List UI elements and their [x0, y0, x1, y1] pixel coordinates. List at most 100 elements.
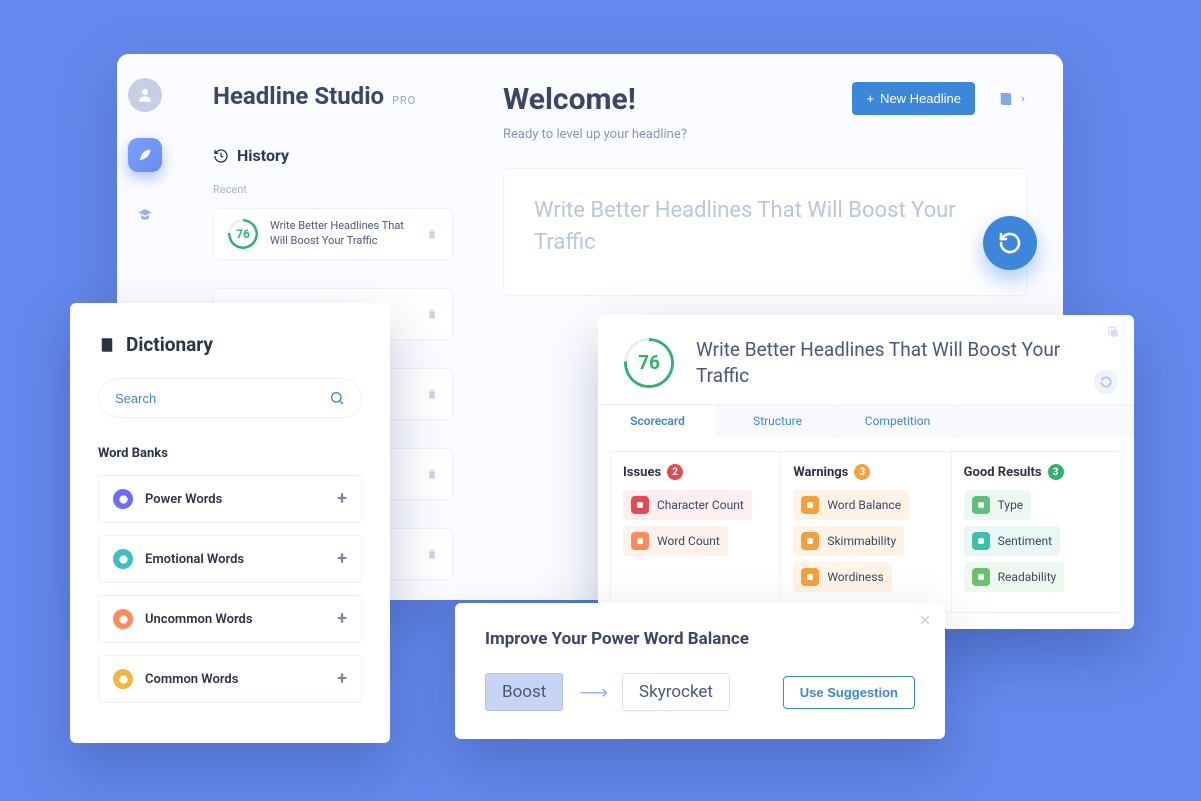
trash-icon[interactable] [426, 548, 438, 560]
result-chip[interactable]: Wordiness [793, 562, 891, 592]
dictionary-title: Dictionary [126, 333, 213, 356]
word-bank-label: Uncommon Words [145, 612, 253, 627]
word-bank-item[interactable]: Power Words+ [98, 475, 362, 523]
docs-button[interactable] [997, 90, 1027, 108]
app-title: Headline Studio [213, 82, 384, 110]
scorecard-header: 76 Write Better Headlines That Will Boos… [598, 315, 1134, 404]
new-headline-button[interactable]: + New Headline [852, 82, 975, 115]
chip-label: Readability [998, 570, 1057, 584]
nav-learn[interactable] [128, 198, 162, 232]
chip-label: Character Count [657, 498, 744, 512]
tab-competition[interactable]: Competition [838, 405, 958, 437]
trash-icon[interactable] [426, 308, 438, 320]
result-chip[interactable]: Word Count [623, 526, 728, 556]
dictionary-heading: Dictionary [98, 333, 362, 356]
chip-label: Word Balance [827, 498, 901, 512]
warnings-count: 3 [854, 464, 870, 480]
search-input[interactable] [115, 391, 329, 406]
chip-icon [972, 568, 990, 586]
copy-icon[interactable] [1106, 325, 1120, 339]
headline-text: Write Better Headlines That Will Boost Y… [534, 195, 996, 259]
tab-structure[interactable]: Structure [718, 405, 838, 437]
word-bank-icon [113, 609, 133, 629]
close-icon[interactable]: ✕ [919, 613, 931, 629]
result-chip[interactable]: Sentiment [964, 526, 1060, 556]
result-chip[interactable]: Skimmability [793, 526, 904, 556]
result-chip[interactable]: Readability [964, 562, 1065, 592]
search-field[interactable] [98, 378, 362, 418]
chip-icon [631, 532, 649, 550]
history-item[interactable]: 76 Write Better Headlines That Will Boos… [213, 208, 453, 260]
search-icon [329, 390, 345, 406]
result-chip[interactable]: Type [964, 490, 1032, 520]
chip-label: Skimmability [827, 534, 896, 548]
tab-scorecard[interactable]: Scorecard [598, 405, 718, 437]
nav-write[interactable] [128, 138, 162, 172]
book-icon [997, 90, 1015, 108]
chip-label: Sentiment [998, 534, 1052, 548]
trash-icon[interactable] [426, 468, 438, 480]
trash-icon[interactable] [426, 388, 438, 400]
word-bank-icon [113, 549, 133, 569]
recent-label: Recent [213, 183, 453, 196]
refresh-icon [998, 231, 1022, 255]
chip-icon [631, 496, 649, 514]
warnings-column: Warnings 3 Word Balance Skimmability Wordi… [780, 452, 950, 612]
collapse-button[interactable] [1094, 370, 1118, 394]
suggestion-title: Improve Your Power Word Balance [485, 629, 915, 649]
chip-label: Wordiness [827, 570, 883, 584]
good-count: 3 [1048, 464, 1064, 480]
word-bank-item[interactable]: Uncommon Words+ [98, 595, 362, 643]
good-column: Good Results 3 Type Sentiment Readability [951, 452, 1121, 612]
chevron-right-icon [1019, 93, 1027, 105]
word-bank-label: Common Words [145, 672, 238, 687]
headline-editor[interactable]: Write Better Headlines That Will Boost Y… [503, 168, 1027, 296]
tab-spacer [958, 405, 1134, 437]
feather-icon [137, 147, 153, 163]
chip-label: Type [998, 498, 1024, 512]
good-heading: Good Results 3 [964, 464, 1109, 480]
book-icon [98, 336, 116, 354]
welcome-subtitle: Ready to level up your headline? [503, 127, 1027, 142]
history-item-text: Write Better Headlines That Will Boost Y… [270, 219, 414, 249]
scorecard-score: 76 [624, 338, 674, 388]
chip-label: Word Count [657, 534, 720, 548]
result-chip[interactable]: Word Balance [793, 490, 909, 520]
word-bank-label: Power Words [145, 492, 222, 507]
chip-icon [972, 532, 990, 550]
plan-badge: PRO [392, 94, 416, 107]
refresh-button[interactable] [983, 216, 1037, 270]
scorecard-tabs: Scorecard Structure Competition [598, 404, 1134, 437]
title-row: Headline Studio PRO [213, 82, 453, 110]
issues-heading: Issues 2 [623, 464, 768, 480]
history-icon [213, 148, 229, 164]
suggestion-popup: ✕ Improve Your Power Word Balance Boost … [455, 603, 945, 739]
issues-count: 2 [667, 464, 683, 480]
new-headline-label: New Headline [880, 91, 961, 106]
suggestion-row: Boost ⟶ Skyrocket Use Suggestion [485, 673, 915, 711]
chip-icon [801, 532, 819, 550]
word-bank-item[interactable]: Common Words+ [98, 655, 362, 703]
refresh-icon [1099, 375, 1113, 389]
warnings-heading: Warnings 3 [793, 464, 938, 480]
trash-icon[interactable] [426, 228, 438, 240]
chip-icon [801, 496, 819, 514]
issues-column: Issues 2 Character Count Word Count [611, 452, 780, 612]
graduation-cap-icon [137, 207, 153, 223]
user-icon [136, 86, 154, 104]
chip-icon [972, 496, 990, 514]
scorecard-headline: Write Better Headlines That Will Boost Y… [696, 337, 1108, 388]
word-bank-icon [113, 669, 133, 689]
history-score: 76 [228, 219, 258, 249]
use-suggestion-button[interactable]: Use Suggestion [783, 676, 915, 709]
result-chip[interactable]: Character Count [623, 490, 752, 520]
warnings-title: Warnings [793, 465, 848, 480]
word-bank-item[interactable]: Emotional Words+ [98, 535, 362, 583]
plus-icon: + [866, 91, 874, 106]
top-actions: + New Headline [852, 82, 1027, 115]
word-banks-heading: Word Banks [98, 446, 362, 461]
avatar[interactable] [128, 78, 162, 112]
history-heading-text: History [237, 146, 289, 165]
word-bank-label: Emotional Words [145, 552, 244, 567]
scorecard-panel: 76 Write Better Headlines That Will Boos… [598, 315, 1134, 629]
